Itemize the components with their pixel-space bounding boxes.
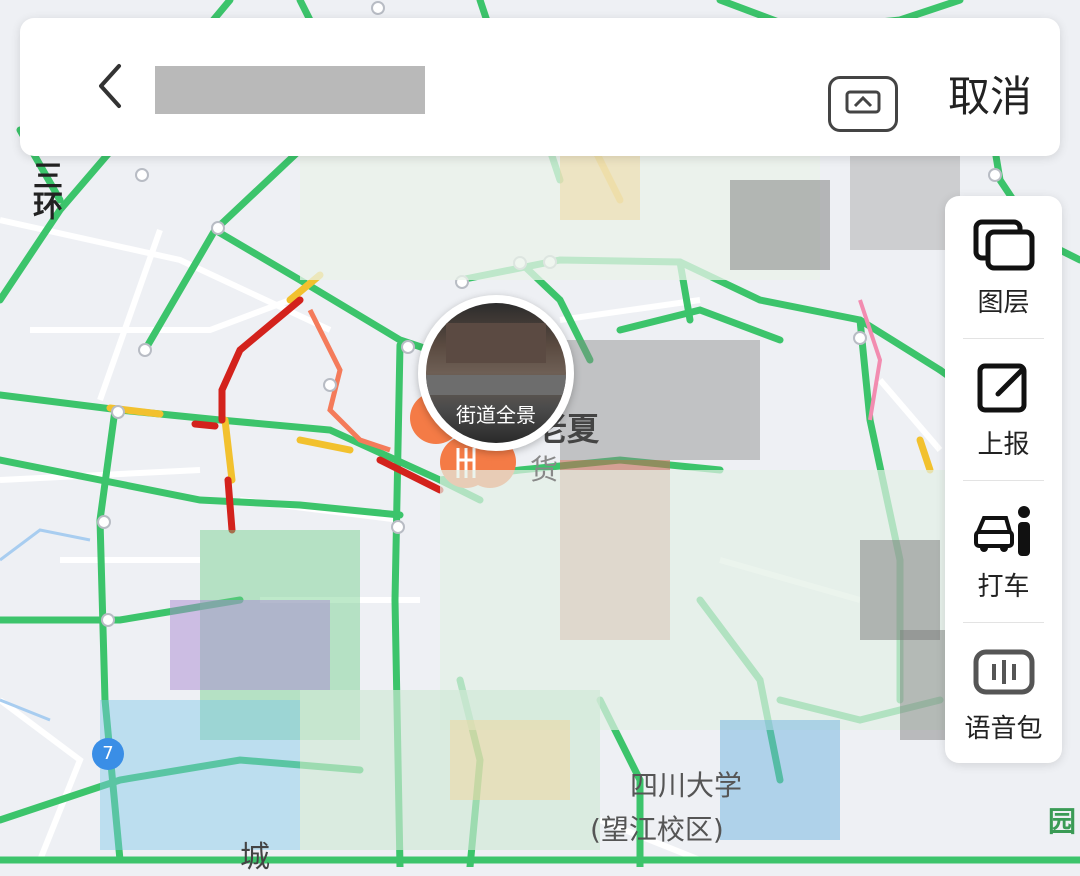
ring-road-label: 三环 xyxy=(27,160,62,220)
poi-name-label-2: 货 xyxy=(530,453,559,486)
park-label: 园 xyxy=(1048,805,1077,838)
layers-label: 图层 xyxy=(977,287,1030,318)
back-button[interactable] xyxy=(80,58,140,118)
scribble-mask xyxy=(155,66,425,114)
street-view-bubble[interactable]: 街道全景 xyxy=(418,295,574,451)
panel-divider xyxy=(963,338,1044,339)
layers-icon xyxy=(972,218,1036,278)
taxi-icon xyxy=(972,502,1036,562)
street-view-toggle[interactable] xyxy=(828,76,898,132)
university-name-label: 四川大学 xyxy=(630,769,743,802)
university-campus-label: (望江校区) xyxy=(590,813,724,846)
cancel-button[interactable]: 取消 xyxy=(925,62,1055,132)
thumbnail-street xyxy=(426,375,566,395)
report-edit-icon xyxy=(976,360,1032,420)
chevron-left-icon xyxy=(93,62,127,114)
panel-divider xyxy=(963,480,1044,481)
voice-pack-icon xyxy=(972,644,1036,704)
voice-pack-label: 语音包 xyxy=(964,713,1043,744)
street-view-thumbnail: 街道全景 xyxy=(426,303,566,443)
taxi-button[interactable]: 打车 xyxy=(945,484,1062,620)
street-view-icon xyxy=(843,88,883,120)
panel-divider xyxy=(963,622,1044,623)
thumbnail-building xyxy=(446,323,546,363)
report-button[interactable]: 上报 xyxy=(945,342,1062,478)
search-query-obscured[interactable] xyxy=(155,62,775,118)
metro-line-badge: 7 xyxy=(92,738,124,770)
street-view-label: 街道全景 xyxy=(456,403,536,427)
taxi-label: 打车 xyxy=(977,571,1030,602)
layers-button[interactable]: 图层 xyxy=(945,200,1062,336)
city-area-label: 城 xyxy=(240,840,270,875)
map-tools-panel: 图层 上报 打车 语音包 xyxy=(945,196,1062,763)
report-label: 上报 xyxy=(977,429,1030,460)
voice-pack-button[interactable]: 语音包 xyxy=(945,626,1062,762)
search-bar: 取消 xyxy=(20,18,1060,156)
